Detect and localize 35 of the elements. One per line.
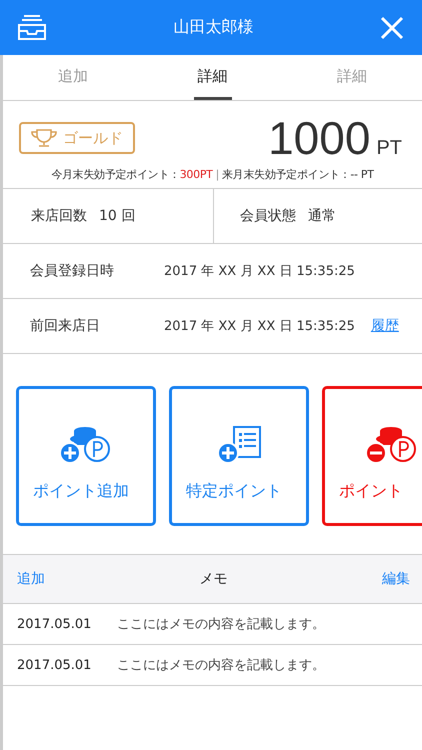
header-title: 山田太郎様: [174, 17, 254, 38]
close-icon[interactable]: [380, 16, 404, 40]
point-unit: PT: [376, 137, 402, 160]
action-button[interactable]: ポイント追加: [16, 386, 156, 526]
info-value: 2017 年 XX 月 XX 日 15:35:25: [164, 318, 355, 335]
memo-title: メモ: [200, 570, 228, 588]
separator: |: [216, 168, 219, 181]
memo-date: 2017.05.01: [17, 616, 92, 632]
expiry-label: 今月末失効予定ポイント：: [51, 168, 180, 181]
tab[interactable]: 詳細: [194, 55, 232, 100]
edit-memo-link[interactable]: 編集: [382, 570, 410, 588]
memo-date: 2017.05.01: [17, 658, 92, 672]
tab[interactable]: 詳細: [333, 55, 372, 100]
memo-text: ここにはメモの内容を記載します。: [117, 657, 325, 674]
expiry-next-month: 来月末失効予定ポイント：-- PT: [222, 168, 374, 181]
info-value: 2017 年 XX 月 XX 日 15:35:25: [164, 263, 355, 280]
stat-value: 通常: [308, 207, 336, 225]
tab[interactable]: 追加: [54, 55, 92, 100]
expiry-value: 300PT: [180, 168, 213, 181]
rank-label: ゴールド: [63, 128, 123, 148]
inbox-icon[interactable]: [17, 14, 47, 40]
info-label: 前回来店日: [30, 317, 101, 335]
stat-label: 来店回数: [31, 207, 87, 225]
action-button[interactable]: 特定ポイント: [169, 386, 309, 526]
coins-icon: [365, 425, 419, 465]
trophy-icon: [31, 128, 57, 148]
coins-icon: [59, 425, 113, 465]
stat-label: 会員状態: [240, 207, 296, 225]
info-label: 会員登録日時: [30, 262, 115, 280]
history-link[interactable]: 履歴: [370, 317, 399, 335]
stat-value: 10 回: [99, 207, 136, 225]
action-button[interactable]: ポイント: [322, 386, 422, 526]
point-value: 1000: [268, 111, 370, 165]
add-memo-link[interactable]: 追加: [17, 570, 45, 588]
memo-text: ここにはメモの内容を記載します。: [117, 616, 325, 633]
